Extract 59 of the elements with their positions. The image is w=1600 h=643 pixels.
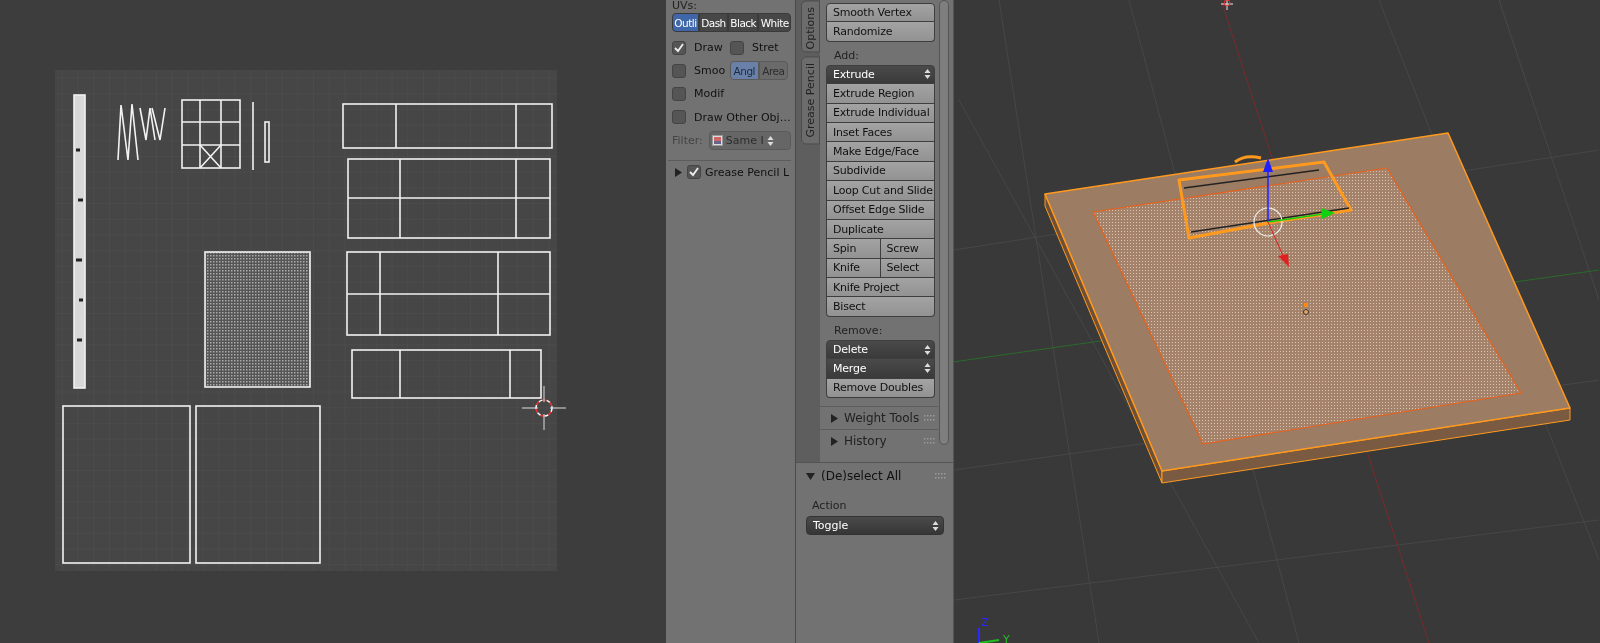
updown-arrows-icon (766, 134, 774, 147)
toggle-button[interactable]: Black (728, 13, 759, 32)
checkbox[interactable] (672, 63, 686, 78)
tool-button[interactable]: Randomize (826, 22, 935, 42)
tool-button[interactable]: Screw (880, 239, 935, 259)
checkbox[interactable] (672, 86, 686, 101)
checkbox-label: Stret (752, 41, 779, 54)
scrollbar[interactable] (939, 0, 949, 445)
cursor-icon (521, 385, 567, 431)
tool-button[interactable]: Knife (826, 258, 881, 279)
checkbox[interactable] (730, 40, 744, 55)
toggle-button[interactable]: White (758, 13, 791, 32)
field-label: Action (812, 499, 848, 512)
checkbox-label: Smoo (694, 64, 726, 77)
checkbox-label: Draw (694, 41, 723, 54)
checkbox[interactable] (687, 165, 701, 179)
transform-gizmo[interactable] (1253, 158, 1335, 267)
drag-handle-icon (935, 473, 947, 479)
panel-header[interactable]: History (820, 429, 938, 453)
checkbox[interactable] (672, 110, 686, 124)
tool-button[interactable]: Bisect (826, 297, 935, 317)
dropdown[interactable]: Merge (826, 359, 935, 379)
section-heading: Add: (834, 49, 860, 62)
image-icon (711, 135, 723, 146)
tool-button[interactable]: Extrude Individual (826, 103, 935, 123)
updown-arrows-icon (924, 343, 931, 356)
axis-label: Y (1003, 633, 1010, 643)
tool-button[interactable]: Duplicate (826, 219, 935, 240)
checkbox-label: Draw Other Obj… (694, 110, 791, 124)
drag-handle-icon (924, 438, 936, 445)
tool-button[interactable]: Spin (826, 239, 881, 259)
panel-header[interactable]: (De)select All (806, 467, 947, 485)
dropdown[interactable]: Toggle (806, 516, 944, 535)
toggle-button[interactable]: Dash (698, 13, 729, 32)
toggle-button[interactable]: Outli (672, 13, 699, 32)
updown-arrows-icon (924, 362, 931, 375)
checkbox[interactable] (672, 40, 686, 55)
axis-widget-icon (978, 627, 1000, 643)
dropdown[interactable]: Extrude (826, 64, 935, 85)
toggle-button[interactable]: Angl (730, 61, 759, 80)
section-heading: UVs: (672, 0, 698, 12)
updown-arrows-icon (924, 68, 931, 81)
checkbox-label: Modif (694, 87, 725, 100)
tool-button[interactable]: Knife Project (826, 278, 935, 298)
layer-name: Grease Pencil L (705, 165, 790, 179)
updown-arrows-icon (932, 519, 939, 532)
drag-handle-icon (924, 415, 937, 422)
cursor-icon (1220, 0, 1234, 11)
section-heading: Remove: (834, 324, 884, 337)
dropdown[interactable]: Delete (826, 339, 935, 360)
tool-button[interactable]: Loop Cut and Slide (826, 181, 935, 201)
tool-button[interactable]: Remove Doubles (826, 378, 935, 399)
tool-button[interactable]: Extrude Region (826, 84, 935, 104)
tool-button[interactable]: Subdivide (826, 161, 935, 182)
tool-button[interactable]: Offset Edge Slide (826, 200, 935, 220)
tool-button[interactable]: Smooth Vertex (826, 3, 935, 23)
tool-button[interactable]: Inset Faces (826, 122, 935, 143)
tool-button[interactable]: Make Edge/Face (826, 142, 935, 162)
axis-label: Z (981, 616, 989, 629)
